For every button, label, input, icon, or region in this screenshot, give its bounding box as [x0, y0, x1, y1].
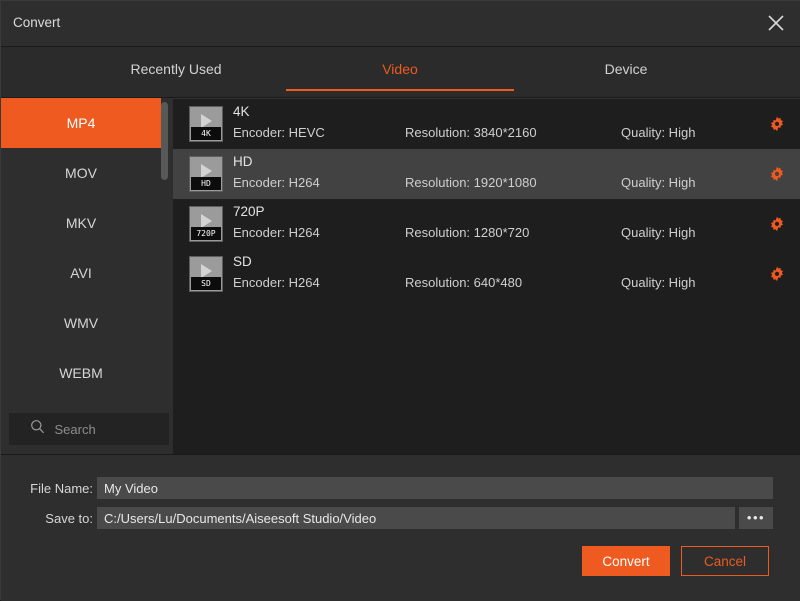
sidebar-item-mkv[interactable]: MKV [1, 198, 161, 248]
gear-icon[interactable] [767, 165, 787, 185]
preset-badge: 4K [191, 127, 221, 140]
window-title: Convert [13, 15, 61, 30]
convert-dialog: Convert Recently Used Video Device MP4 M… [0, 0, 800, 601]
play-icon [201, 214, 212, 228]
save-to-label: Save to: [45, 511, 93, 526]
tab-device[interactable]: Device [526, 47, 726, 98]
preset-name: 720P [233, 204, 265, 219]
sidebar-item-label: AVI [70, 265, 92, 281]
search-input[interactable] [52, 420, 149, 438]
preset-resolution: Resolution: 3840*2160 [405, 125, 537, 140]
browse-button[interactable]: ••• [739, 507, 773, 529]
preset-list: 4K 4K Encoder: HEVC Resolution: 3840*216… [173, 98, 800, 454]
file-name-label: File Name: [30, 481, 93, 496]
play-icon [201, 164, 212, 178]
play-icon [201, 114, 212, 128]
content-area: MP4 MOV MKV AVI WMV WEBM Search 4K 4K En… [1, 98, 800, 454]
preset-encoder: Encoder: H264 [233, 175, 320, 190]
sidebar-item-label: MOV [65, 165, 97, 181]
sidebar-item-label: MP4 [66, 115, 96, 131]
output-settings-panel: File Name: Save to: ••• [1, 454, 800, 601]
play-icon [201, 264, 212, 278]
convert-button[interactable]: Convert [582, 546, 670, 576]
preset-quality: Quality: High [621, 125, 696, 140]
gear-icon[interactable] [767, 115, 787, 135]
preset-badge: HD [191, 177, 221, 190]
preset-encoder: Encoder: HEVC [233, 125, 325, 140]
sidebar-item-label: MKV [65, 215, 97, 231]
tab-device-label: Device [604, 61, 648, 77]
preset-quality: Quality: High [621, 225, 696, 240]
sidebar-scrollbar-thumb[interactable] [161, 102, 168, 180]
sidebar-item-label: WEBM [59, 365, 103, 381]
format-sidebar: MP4 MOV MKV AVI WMV WEBM [1, 98, 173, 454]
preset-resolution: Resolution: 1280*720 [405, 225, 530, 240]
preset-badge: 720P [191, 227, 221, 240]
preset-encoder: Encoder: H264 [233, 225, 320, 240]
preset-thumbnail: SD [189, 256, 223, 292]
sidebar-item-mov[interactable]: MOV [1, 148, 161, 198]
preset-thumbnail: 4K [189, 106, 223, 142]
cancel-button[interactable]: Cancel [681, 546, 769, 576]
sidebar-item-mp4[interactable]: MP4 [1, 98, 161, 148]
preset-row-sd[interactable]: SD SD Encoder: H264 Resolution: 640*480 … [173, 249, 800, 299]
file-name-input[interactable] [97, 477, 773, 499]
tab-video-label: Video [382, 61, 418, 77]
preset-row-720p[interactable]: 720P 720P Encoder: H264 Resolution: 1280… [173, 199, 800, 249]
sidebar-item-label: WMV [63, 315, 99, 331]
preset-badge: SD [191, 277, 221, 290]
preset-encoder: Encoder: H264 [233, 275, 320, 290]
close-icon[interactable] [759, 7, 793, 41]
preset-thumbnail: HD [189, 156, 223, 192]
gear-icon[interactable] [767, 265, 787, 285]
search-icon [30, 419, 45, 439]
preset-quality: Quality: High [621, 175, 696, 190]
preset-thumbnail: 720P [189, 206, 223, 242]
preset-resolution: Resolution: 640*480 [405, 275, 523, 290]
gear-icon[interactable] [767, 215, 787, 235]
preset-name: HD [233, 154, 253, 169]
tab-recently-used[interactable]: Recently Used [76, 47, 276, 98]
tab-active-underline [286, 89, 514, 91]
preset-quality: Quality: High [621, 275, 696, 290]
tab-recently-used-label: Recently Used [130, 61, 222, 77]
sidebar-item-webm[interactable]: WEBM [1, 348, 161, 398]
sidebar-item-avi[interactable]: AVI [1, 248, 161, 298]
tab-video[interactable]: Video [276, 47, 524, 98]
preset-name: SD [233, 254, 252, 269]
search-box[interactable] [9, 413, 169, 445]
sidebar-item-wmv[interactable]: WMV [1, 298, 161, 348]
save-to-input[interactable] [97, 507, 735, 529]
preset-name: 4K [233, 104, 250, 119]
preset-row-4k[interactable]: 4K 4K Encoder: HEVC Resolution: 3840*216… [173, 99, 800, 149]
title-bar: Convert [1, 1, 800, 47]
preset-resolution: Resolution: 1920*1080 [405, 175, 537, 190]
tab-bar: Recently Used Video Device [1, 47, 800, 98]
preset-row-hd[interactable]: HD HD Encoder: H264 Resolution: 1920*108… [173, 149, 800, 199]
